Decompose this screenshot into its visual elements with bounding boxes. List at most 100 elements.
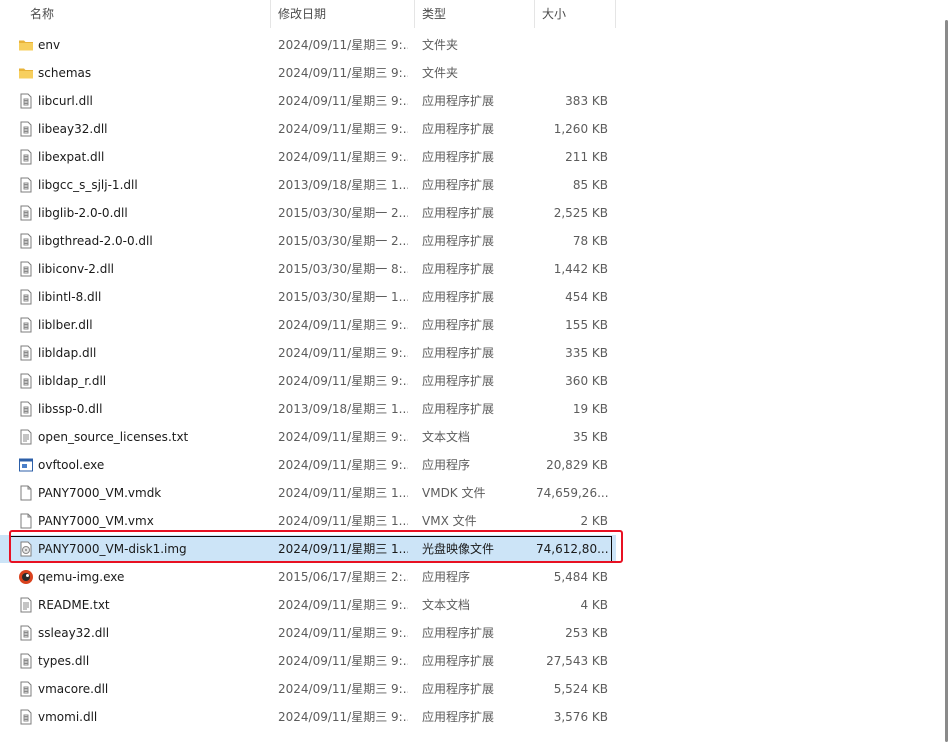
dll-file-icon xyxy=(18,121,34,137)
file-row[interactable]: libgcc_s_sjlj-1.dll 2013/09/18/星期三 1... 应用… xyxy=(0,171,616,199)
file-row[interactable]: libcurl.dll 2024/09/11/星期三 9:... 应用程序扩展 383… xyxy=(0,87,616,115)
file-row[interactable]: open_source_licenses.txt 2024/09/11/星期三 9… xyxy=(0,423,616,451)
dll-file-icon xyxy=(18,345,34,361)
file-size: 74,612,80... xyxy=(536,542,608,556)
file-row[interactable]: libeay32.dll 2024/09/11/星期三 9:... 应用程序扩展 1,… xyxy=(0,115,616,143)
file-name: PANY7000_VM-disk1.img xyxy=(38,542,187,556)
file-date: 2024/09/11/星期三 9:... xyxy=(278,150,408,164)
file-row[interactable]: libldap_r.dll 2024/09/11/星期三 9:... 应用程序扩展 3… xyxy=(0,367,616,395)
file-date: 2024/09/11/星期三 9:... xyxy=(278,94,408,108)
file-type: 应用程序扩展 xyxy=(422,682,495,696)
file-size: 4 KB xyxy=(580,598,608,612)
file-row[interactable]: vmomi.dll 2024/09/11/星期三 9:... 应用程序扩展 3,576… xyxy=(0,703,616,731)
column-type-header[interactable]: 类型 xyxy=(422,0,446,28)
file-date: 2015/03/30/星期一 2... xyxy=(278,206,408,220)
column-date-header[interactable]: 修改日期 xyxy=(278,0,326,28)
file-row[interactable]: types.dll 2024/09/11/星期三 9:... 应用程序扩展 27,54… xyxy=(0,647,616,675)
column-size-header[interactable]: 大小 xyxy=(542,0,566,28)
file-size: 85 KB xyxy=(572,178,608,192)
disc-image-icon xyxy=(18,541,34,557)
file-date: 2013/09/18/星期三 1... xyxy=(278,178,408,192)
file-row-selected[interactable]: PANY7000_VM-disk1.img 2024/09/11/星期三 1...… xyxy=(0,535,616,563)
file-type: 文本文档 xyxy=(422,598,471,612)
dll-file-icon xyxy=(18,317,34,333)
file-name: open_source_licenses.txt xyxy=(38,430,189,444)
file-date: 2024/09/11/星期三 9:... xyxy=(278,626,408,640)
column-divider[interactable] xyxy=(270,0,271,28)
dll-file-icon xyxy=(18,93,34,109)
column-divider[interactable] xyxy=(414,0,415,28)
dll-file-icon xyxy=(18,373,34,389)
file-row[interactable]: libiconv-2.dll 2015/03/30/星期一 8:... 应用程序扩展… xyxy=(0,255,616,283)
dll-file-icon xyxy=(18,233,34,249)
column-name-header[interactable]: 名称 xyxy=(30,0,54,28)
file-row[interactable]: PANY7000_VM.vmdk 2024/09/11/星期三 1... VMDK … xyxy=(0,479,616,507)
file-name: libgthread-2.0-0.dll xyxy=(38,234,153,248)
file-row[interactable]: ovftool.exe 2024/09/11/星期三 9:... 应用程序 20,82… xyxy=(0,451,616,479)
file-type: 应用程序扩展 xyxy=(422,374,495,388)
column-divider[interactable] xyxy=(534,0,535,28)
file-row[interactable]: libssp-0.dll 2013/09/18/星期三 1... 应用程序扩展 19 … xyxy=(0,395,616,423)
file-type: 应用程序扩展 xyxy=(422,150,495,164)
blank-file-icon xyxy=(18,485,34,501)
file-row[interactable]: libldap.dll 2024/09/11/星期三 9:... 应用程序扩展 335… xyxy=(0,339,616,367)
file-type: 文件夹 xyxy=(422,66,459,80)
file-name: libldap_r.dll xyxy=(38,374,107,388)
file-row[interactable]: ssleay32.dll 2024/09/11/星期三 9:... 应用程序扩展 25… xyxy=(0,619,616,647)
file-date: 2015/06/17/星期三 2:... xyxy=(278,570,408,584)
file-size: 211 KB xyxy=(565,150,608,164)
file-date: 2015/03/30/星期一 1... xyxy=(278,290,408,304)
file-size: 5,484 KB xyxy=(553,570,608,584)
file-date: 2024/09/11/星期三 9:... xyxy=(278,654,408,668)
file-row[interactable]: libgthread-2.0-0.dll 2015/03/30/星期一 2... 应… xyxy=(0,227,616,255)
dll-file-icon xyxy=(18,625,34,641)
vertical-scrollbar[interactable] xyxy=(942,0,950,742)
file-row[interactable]: libglib-2.0-0.dll 2015/03/30/星期一 2... 应用程序… xyxy=(0,199,616,227)
scrollbar-thumb[interactable] xyxy=(945,20,948,742)
file-date: 2024/09/11/星期三 9:... xyxy=(278,346,408,360)
file-size: 27,543 KB xyxy=(546,654,608,668)
file-type: 应用程序扩展 xyxy=(422,654,495,668)
file-size: 454 KB xyxy=(565,290,608,304)
column-header: 名称 ⌃ 修改日期 类型 大小 xyxy=(0,0,616,28)
text-file-icon xyxy=(18,597,34,613)
file-date: 2024/09/11/星期三 1... xyxy=(278,514,408,528)
file-list: env 2024/09/11/星期三 9:... 文件夹 schemas 2024/09… xyxy=(0,31,616,731)
file-type: 应用程序扩展 xyxy=(422,346,495,360)
file-name: types.dll xyxy=(38,654,90,668)
file-type: 光盘映像文件 xyxy=(422,542,495,556)
file-type: 应用程序扩展 xyxy=(422,710,495,724)
file-date: 2024/09/11/星期三 9:... xyxy=(278,682,408,696)
file-size: 5,524 KB xyxy=(553,682,608,696)
dll-file-icon xyxy=(18,261,34,277)
dll-file-icon xyxy=(18,401,34,417)
file-type: VMDK 文件 xyxy=(422,486,486,500)
file-row[interactable]: README.txt 2024/09/11/星期三 9:... 文本文档 4 KB xyxy=(0,591,616,619)
file-type: 应用程序扩展 xyxy=(422,206,495,220)
file-name: libldap.dll xyxy=(38,346,97,360)
file-size: 2 KB xyxy=(580,514,608,528)
file-name: ovftool.exe xyxy=(38,458,105,472)
file-row[interactable]: env 2024/09/11/星期三 9:... 文件夹 xyxy=(0,31,616,59)
file-row[interactable]: qemu-img.exe 2015/06/17/星期三 2:... 应用程序 5,48… xyxy=(0,563,616,591)
column-divider[interactable] xyxy=(615,0,616,28)
file-row[interactable]: libintl-8.dll 2015/03/30/星期一 1... 应用程序扩展 45… xyxy=(0,283,616,311)
dll-file-icon xyxy=(18,653,34,669)
file-type: 应用程序扩展 xyxy=(422,122,495,136)
file-size: 253 KB xyxy=(565,626,608,640)
file-name: libintl-8.dll xyxy=(38,290,102,304)
file-date: 2024/09/11/星期三 9:... xyxy=(278,598,408,612)
file-type: 应用程序扩展 xyxy=(422,290,495,304)
file-name: README.txt xyxy=(38,598,110,612)
file-row[interactable]: liblber.dll 2024/09/11/星期三 9:... 应用程序扩展 155… xyxy=(0,311,616,339)
text-file-icon xyxy=(18,429,34,445)
dll-file-icon xyxy=(18,681,34,697)
dll-file-icon xyxy=(18,205,34,221)
file-row[interactable]: libexpat.dll 2024/09/11/星期三 9:... 应用程序扩展 21… xyxy=(0,143,616,171)
file-row[interactable]: vmacore.dll 2024/09/11/星期三 9:... 应用程序扩展 5,5… xyxy=(0,675,616,703)
file-date: 2015/03/30/星期一 8:... xyxy=(278,262,408,276)
file-row[interactable]: schemas 2024/09/11/星期三 9:... 文件夹 xyxy=(0,59,616,87)
file-name: schemas xyxy=(38,66,92,80)
file-row[interactable]: PANY7000_VM.vmx 2024/09/11/星期三 1... VMX 文件… xyxy=(0,507,616,535)
file-name: libcurl.dll xyxy=(38,94,93,108)
